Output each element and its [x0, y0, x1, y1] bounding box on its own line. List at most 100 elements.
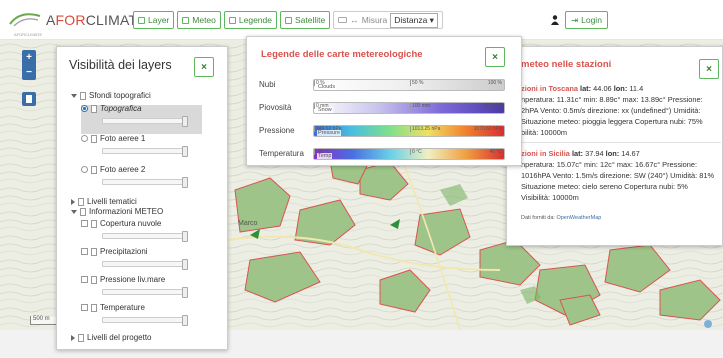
slider-handle[interactable] — [182, 116, 188, 127]
station-toscana-temp: nperatura: 11.31c° min: 8.89c° max: 13.8… — [521, 95, 703, 104]
file-icon — [78, 333, 84, 342]
collapsed-icon — [71, 334, 75, 341]
slider-handle[interactable] — [182, 287, 188, 298]
opacity-slider-pressione[interactable] — [102, 287, 188, 298]
tick-pressione-mid: 1013.25 hPa — [410, 125, 441, 132]
station-sicilia-header: zioni in Sicilia lat: 37.94 lon: 14.67 — [521, 149, 640, 158]
tree-label-foto2: Foto aeree 2 — [100, 165, 146, 174]
map-place-label: Marco — [238, 220, 258, 227]
legend-row-nubi: Nubi 0 % 50 % 100 % Clouds — [259, 77, 505, 92]
checkbox-temperature[interactable] — [81, 304, 88, 311]
tree-label-meteo: Informazioni METEO — [89, 207, 164, 216]
zoom-in-button[interactable]: + — [26, 52, 32, 63]
checkbox-pressione[interactable] — [81, 276, 88, 283]
station-sicilia-visibility: Visibilità: 10000m — [521, 193, 579, 202]
radio-foto2[interactable] — [81, 166, 88, 173]
tree-node-progetto[interactable]: Livelli del progetto — [71, 333, 151, 342]
meteo-button[interactable]: Meteo — [177, 11, 221, 29]
tree-label-copertura: Copertura nuvole — [100, 219, 162, 228]
misura-tool[interactable]: ↔ Misura Distanza ▾ — [333, 11, 443, 29]
layer-button-label: Layer — [148, 15, 170, 25]
expanded-icon — [71, 93, 77, 98]
slider-handle[interactable] — [182, 231, 188, 242]
legend-row-piovosita: Piovosità 0 mm 100 mm 200 mm Snow — [259, 100, 505, 115]
tree-node-temperature[interactable]: Temperature — [81, 303, 145, 312]
satellite-icon — [284, 16, 292, 24]
station-sicilia: zioni in Sicilia lat: 37.94 lon: 14.67 n… — [521, 148, 722, 203]
tree-node-foto2[interactable]: Foto aeree 2 — [81, 165, 145, 174]
meteo-button-label: Meteo — [192, 15, 216, 25]
openweathermap-link[interactable]: OpenWeatherMap — [556, 215, 601, 221]
file-icon — [91, 165, 97, 174]
user-icon — [551, 15, 559, 25]
tree-label-pressione: Pressione liv.mare — [100, 275, 166, 284]
checkbox-copertura[interactable] — [81, 220, 88, 227]
station-sicilia-temp: nperatura: 15.07c° min: 12c° max: 16.67c… — [521, 160, 698, 169]
legend-bar-temperatura: -40 °C 0 °C 40 °C Temp — [313, 147, 505, 160]
zoom-out-button[interactable]: − — [26, 67, 32, 78]
stations-panel-title: meteo nelle stazioni — [521, 59, 612, 70]
top-navbar: AFORCLIMATE AFORCLIMATE Layer Meteo Lege… — [0, 0, 723, 40]
file-icon — [80, 207, 86, 216]
opacity-slider-foto2[interactable] — [102, 177, 188, 188]
legend-close-button[interactable]: × — [485, 47, 505, 67]
tree-node-foto1[interactable]: Foto aeree 1 — [81, 134, 145, 143]
tree-node-copertura[interactable]: Copertura nuvole — [81, 219, 161, 228]
radio-foto1[interactable] — [81, 135, 88, 142]
station-sicilia-weather: Situazione meteo: cielo sereno Copertura… — [521, 182, 688, 191]
app-logo[interactable]: AFORCLIMATE AFORCLIMATE — [8, 6, 147, 37]
slider-handle[interactable] — [182, 146, 188, 157]
legend-label-piovosita: Piovosità — [259, 103, 292, 112]
legend-bar-nubi: 0 % 50 % 100 % Clouds — [313, 78, 505, 91]
file-icon — [80, 91, 86, 100]
file-icon — [91, 303, 97, 312]
slider-handle[interactable] — [182, 177, 188, 188]
legend-name-nubi: Clouds — [317, 83, 337, 90]
tree-label-foto1: Foto aeree 1 — [100, 134, 146, 143]
layer-button[interactable]: Layer — [133, 11, 175, 29]
tree-node-precipitazioni[interactable]: Precipitazioni — [81, 247, 148, 256]
misura-label: Misura — [361, 15, 388, 25]
tree-node-topografica[interactable]: Topografica — [81, 104, 142, 113]
legend-row-pressione: Pressione 949.92 hPa 1013.25 hPa 1070.63… — [259, 123, 505, 138]
logo-text: AFORCLIMATE — [46, 12, 147, 28]
toolbar: Layer Meteo Legende Satellite ↔ Misura D… — [133, 11, 443, 29]
opacity-slider-copertura[interactable] — [102, 231, 188, 242]
checkbox-precipitazioni[interactable] — [81, 248, 88, 255]
tree-label-precipitazioni: Precipitazioni — [100, 247, 148, 256]
layers-close-button[interactable]: × — [194, 57, 214, 77]
file-icon — [91, 219, 97, 228]
tree-node-meteo[interactable]: Informazioni METEO — [71, 207, 163, 216]
opacity-slider-foto1[interactable] — [102, 146, 188, 157]
credit-prefix: Dati forniti da: — [521, 215, 555, 221]
legend-row-temperatura: Temperatura -40 °C 0 °C 40 °C Temp — [259, 146, 505, 161]
tree-node-pressione[interactable]: Pressione liv.mare — [81, 275, 165, 284]
opacity-slider-precipitazioni[interactable] — [102, 259, 188, 270]
slider-handle[interactable] — [182, 315, 188, 326]
stations-close-button[interactable]: × — [699, 59, 719, 79]
collapsed-icon — [71, 198, 75, 205]
radio-topografica[interactable] — [81, 105, 88, 112]
legend-name-pressione: Pressure — [317, 129, 342, 136]
tree-label-tematici: Livelli tematici — [87, 197, 137, 206]
legende-icon — [228, 16, 236, 24]
satellite-button[interactable]: Satellite — [279, 11, 331, 29]
opacity-slider-topografica[interactable] — [102, 116, 188, 127]
login-button[interactable]: ⇥ Login — [565, 11, 608, 29]
misura-select[interactable]: Distanza ▾ — [390, 12, 438, 28]
opacity-slider-temperature[interactable] — [102, 315, 188, 326]
login-icon: ⇥ — [571, 14, 579, 25]
legend-panel: Legende delle carte metereologiche × Nub… — [246, 36, 522, 166]
tree-node-sfondi[interactable]: Sfondi topografici — [71, 91, 151, 100]
print-button[interactable] — [22, 92, 36, 106]
slider-handle[interactable] — [182, 259, 188, 270]
map-location-dot[interactable] — [704, 320, 712, 328]
station-toscana-header: zioni in Toscana lat: 44.06 lon: 11.4 — [521, 84, 644, 93]
legende-button[interactable]: Legende — [223, 11, 277, 29]
zoom-control: + − — [22, 50, 36, 80]
layer-icon — [138, 16, 145, 24]
ruler-icon: ↔ — [350, 15, 359, 25]
station-toscana-weather: Situazione meteo: pioggia leggera Copert… — [521, 117, 703, 126]
tree-node-tematici[interactable]: Livelli tematici — [71, 197, 137, 206]
station-toscana-wind: 2hPA Vento: 0.5m/s direzione: xx (undefi… — [521, 106, 701, 115]
